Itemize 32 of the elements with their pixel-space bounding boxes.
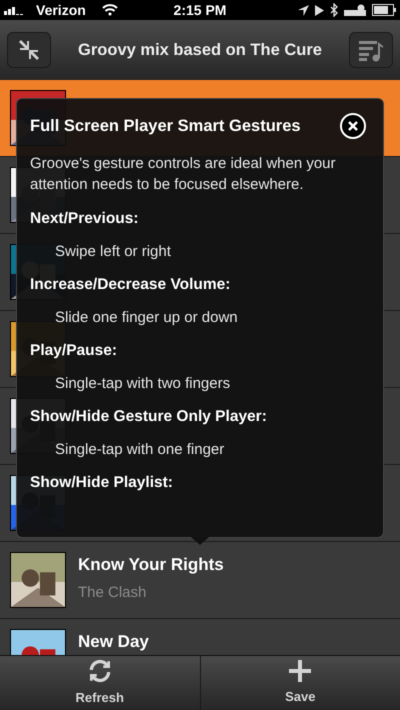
wifi-icon [102, 4, 118, 16]
carrier-name: Verizon [36, 0, 86, 20]
gesture-name: Show/Hide Gesture Only Player: [30, 407, 268, 427]
gesture-name: Play/Pause: [30, 341, 118, 361]
clock-time: 2:15 PM [172, 0, 228, 20]
close-icon [348, 121, 358, 131]
gesture-name: Next/Previous: [30, 209, 140, 229]
gesture-description: Single-tap with one finger [54, 440, 226, 460]
battery-icon [372, 4, 396, 16]
playlist-button[interactable] [349, 32, 393, 68]
refresh-icon [86, 658, 113, 684]
gesture-description: Single-tap with two fingers [54, 374, 232, 394]
bluetooth-icon [330, 3, 338, 17]
intro-text: Groove's gesture controls are ideal when your attention needs to be focused elsewhere. [30, 154, 337, 195]
playlist-icon [357, 38, 385, 62]
popover-title: Full Screen Player Smart Gestures [30, 116, 301, 137]
location-arrow-icon [298, 4, 310, 16]
gesture-name: Show/Hide Playlist: [30, 473, 174, 493]
song-title: Know Your Rights [78, 555, 224, 575]
collapse-button[interactable] [7, 32, 51, 68]
plus-icon [288, 659, 312, 684]
song-title: New Day [78, 632, 149, 652]
artist-name: The Clash [78, 583, 148, 603]
gesture-name: Increase/Decrease Volume: [30, 275, 232, 295]
close-button[interactable] [340, 113, 366, 139]
play-icon [315, 4, 324, 16]
refresh-button[interactable]: Refresh [0, 656, 200, 710]
collapse-icon [17, 38, 41, 62]
gesture-description: Swipe left or right [54, 242, 172, 262]
save-button[interactable]: Save [200, 656, 400, 710]
gesture-description: Slide one finger up or down [54, 308, 239, 328]
playlist-title: Groovy mix based on The Cure [77, 40, 323, 61]
